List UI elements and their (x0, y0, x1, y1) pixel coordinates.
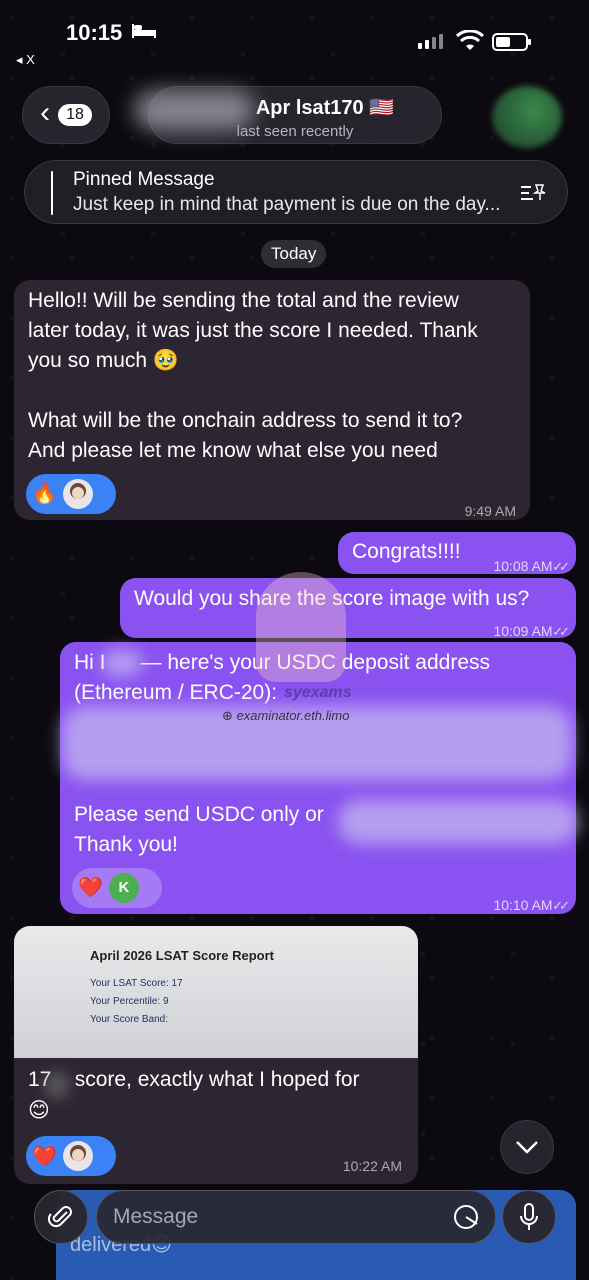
status-bar: 10:15 ◂ X (0, 0, 589, 70)
chevron-left-icon: ‹ (40, 96, 51, 129)
cellular-signal-icon (418, 34, 443, 49)
back-to-app-link[interactable]: ◂ X (16, 52, 35, 68)
message-line: 😊 (28, 1099, 50, 1122)
incoming-message[interactable]: Hello!! Will be sending the total and th… (14, 280, 530, 520)
message-line: What will be the onchain address to send… (28, 409, 463, 432)
date-separator: Today (261, 240, 327, 268)
fire-reaction-icon[interactable]: 🔥 (32, 479, 57, 509)
sticker-icon[interactable] (453, 1204, 479, 1230)
pinned-message-bar[interactable]: Pinned Message Just keep in mind that pa… (24, 160, 568, 224)
report-line: Your LSAT Score: 17 (90, 978, 183, 989)
voice-message-button[interactable] (502, 1190, 556, 1244)
message-line: (Ethereum / ERC-20): (74, 681, 278, 704)
outgoing-message[interactable]: Would you share the score image with us?… (120, 578, 576, 639)
status-time: 10:15 (66, 20, 123, 45)
sleep-focus-icon (132, 24, 156, 38)
message-line: later today, it was just the score I nee… (28, 319, 478, 342)
heart-reaction-icon[interactable]: ❤️ (78, 873, 103, 903)
globe-icon: ⊕ (222, 708, 233, 723)
redacted-name-blur (134, 90, 254, 130)
message-line: you so much 🥹 (28, 349, 180, 372)
message-line: Please send USDC only or (74, 803, 324, 826)
watermark: ⊕ examinator.eth.limo (222, 708, 350, 724)
chevron-down-icon (516, 1141, 538, 1154)
message-composer[interactable] (96, 1190, 496, 1244)
message-line: Hello!! Will be sending the total and th… (28, 289, 459, 312)
contact-avatar[interactable] (492, 86, 562, 148)
read-ticks-icon: ✓✓ (552, 624, 570, 639)
microphone-icon (520, 1203, 538, 1230)
message-line: And please let me know what else you nee… (28, 439, 438, 462)
watermark-brand: syexams (284, 684, 352, 701)
message-line-blank (28, 376, 523, 406)
redacted-name-blur (102, 650, 142, 676)
message-text: Hello!! Will be sending the total and th… (28, 286, 523, 466)
wifi-icon (456, 30, 484, 50)
message-time: 10:22 AM (342, 1158, 402, 1174)
reactor-avatar (62, 1141, 93, 1171)
message-line: 17 score, exactly what I hoped for (28, 1068, 360, 1091)
message-time: 9:49 AM (464, 503, 516, 519)
pinned-title: Pinned Message (73, 169, 215, 190)
reaction-bar[interactable]: 🔥 (26, 474, 116, 514)
message-time: 10:10 AM ✓✓ (493, 897, 570, 913)
score-report-photo[interactable]: April 2026 LSAT Score Report Your LSAT S… (14, 926, 418, 1058)
redacted-score-blur (46, 1072, 68, 1098)
watermark-site: examinator.eth.limo (236, 708, 350, 723)
heart-reaction-icon[interactable]: ❤️ (32, 1144, 57, 1169)
unread-count-badge: 18 (58, 104, 92, 126)
pinned-indicator (51, 171, 53, 215)
battery-icon (492, 33, 531, 51)
message-input[interactable] (113, 1191, 443, 1243)
pinned-text: Just keep in mind that payment is due on… (73, 194, 501, 215)
scroll-to-bottom-button[interactable] (500, 1120, 554, 1174)
message-line: Thank you! (74, 833, 178, 856)
message-text: Congrats!!!! (352, 540, 461, 563)
reactor-avatar: K (108, 873, 139, 903)
paperclip-icon (48, 1206, 72, 1228)
incoming-photo-message[interactable]: April 2026 LSAT Score Report Your LSAT S… (14, 926, 418, 1184)
reactor-avatar (62, 479, 93, 509)
reaction-bar[interactable]: ❤️ (26, 1136, 116, 1176)
reaction-bar[interactable]: ❤️ K (72, 868, 162, 908)
pinned-list-icon[interactable] (519, 181, 547, 203)
back-button[interactable]: ‹ 18 (22, 86, 110, 144)
report-title: April 2026 LSAT Score Report (90, 948, 274, 963)
report-line: Your Score Band: (90, 1014, 169, 1025)
watermark-mascot (256, 572, 346, 682)
read-ticks-icon: ✓✓ (552, 898, 570, 913)
redacted-text-blur (338, 800, 578, 844)
attach-button[interactable] (34, 1190, 88, 1244)
report-line: Your Percentile: 9 (90, 996, 169, 1007)
outgoing-message[interactable]: Congrats!!!! 10:08 AM ✓✓ (338, 532, 576, 574)
read-ticks-icon: ✓✓ (552, 559, 570, 574)
